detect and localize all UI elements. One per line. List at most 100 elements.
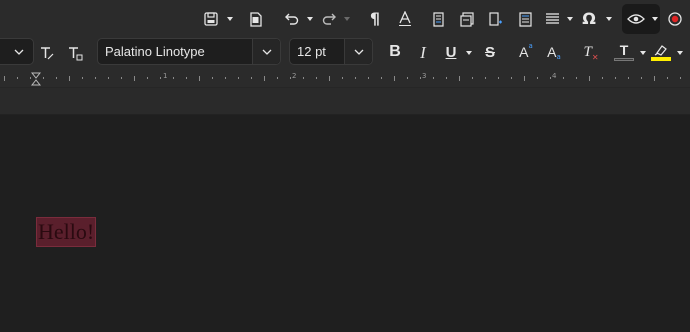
bold-button[interactable]: B bbox=[386, 42, 404, 62]
page-break-icon[interactable] bbox=[430, 10, 448, 28]
ruler-tick bbox=[251, 77, 252, 79]
ruler-tick bbox=[446, 77, 447, 79]
text-box-icon[interactable] bbox=[458, 10, 476, 28]
ruler-tick bbox=[641, 77, 642, 79]
ruler-tick bbox=[4, 76, 5, 81]
export-pdf-icon[interactable] bbox=[247, 10, 265, 28]
ruler-tick bbox=[654, 76, 655, 81]
ruler-number-4: 4 bbox=[552, 72, 557, 80]
character-icon[interactable] bbox=[396, 9, 414, 29]
table-icon[interactable] bbox=[543, 10, 561, 28]
ruler-tick bbox=[524, 76, 525, 81]
ruler-tick bbox=[160, 77, 161, 79]
ruler-tick bbox=[615, 77, 616, 79]
new-style-icon[interactable] bbox=[66, 43, 84, 63]
font-name-dropdown[interactable] bbox=[252, 39, 280, 64]
ruler-tick bbox=[576, 77, 577, 79]
table-dropdown-caret[interactable] bbox=[567, 17, 573, 21]
undo-dropdown-caret[interactable] bbox=[307, 17, 313, 21]
font-color-button[interactable]: T bbox=[612, 41, 636, 63]
undo-icon[interactable] bbox=[282, 10, 300, 28]
font-color-glyph: T bbox=[619, 42, 629, 58]
ruler-tick bbox=[303, 77, 304, 79]
ruler-tick bbox=[472, 77, 473, 79]
ruler-tick bbox=[56, 77, 57, 79]
ruler-tick bbox=[95, 77, 96, 79]
ruler-tick bbox=[628, 77, 629, 79]
ruler-tick bbox=[537, 77, 538, 79]
ruler-tick bbox=[511, 77, 512, 79]
ruler-tick bbox=[264, 76, 265, 81]
ruler-tick bbox=[498, 77, 499, 79]
ruler-tick bbox=[407, 77, 408, 79]
track-changes-button[interactable] bbox=[622, 4, 660, 34]
ruler-tick bbox=[394, 76, 395, 81]
special-character-icon[interactable]: Ω bbox=[580, 9, 598, 29]
ruler-tick bbox=[43, 77, 44, 79]
redo-icon[interactable] bbox=[320, 10, 338, 28]
font-name-value[interactable]: Palatino Linotype bbox=[98, 44, 252, 59]
comment-icon[interactable] bbox=[516, 10, 534, 28]
clear-formatting-button[interactable]: T ✕ bbox=[582, 42, 600, 62]
insert-field-icon[interactable] bbox=[487, 10, 505, 28]
ruler-tick bbox=[329, 76, 330, 81]
save-icon[interactable] bbox=[202, 10, 220, 28]
highlight-color-button[interactable] bbox=[650, 41, 672, 63]
special-character-dropdown-caret[interactable] bbox=[606, 17, 612, 21]
font-color-dropdown-caret[interactable] bbox=[640, 51, 646, 55]
ruler-tick bbox=[186, 77, 187, 79]
ruler-tick bbox=[667, 77, 668, 79]
paragraph-style-dropdown[interactable] bbox=[5, 39, 33, 64]
ruler-tick bbox=[238, 77, 239, 79]
ruler-tick bbox=[277, 77, 278, 79]
font-name-combo[interactable]: Palatino Linotype bbox=[97, 38, 281, 65]
italic-button[interactable]: I bbox=[414, 42, 432, 62]
paragraph-style-combo-edge[interactable] bbox=[0, 38, 34, 65]
document-canvas[interactable] bbox=[0, 116, 690, 332]
font-size-value[interactable]: 12 pt bbox=[290, 44, 344, 59]
strikethrough-button[interactable]: S bbox=[481, 42, 499, 62]
ruler-number-3: 3 bbox=[422, 72, 427, 80]
ruler-tick bbox=[316, 77, 317, 79]
ruler-tick bbox=[82, 77, 83, 79]
redo-dropdown-caret[interactable] bbox=[344, 17, 350, 21]
ruler-number-1: 1 bbox=[163, 72, 168, 80]
save-dropdown-caret[interactable] bbox=[227, 17, 233, 21]
ruler-tick bbox=[563, 77, 564, 79]
ruler-tick bbox=[589, 76, 590, 81]
superscript-glyph: A bbox=[519, 44, 529, 60]
ruler-tick bbox=[485, 77, 486, 79]
ruler-tick bbox=[69, 76, 70, 81]
standard-toolbar: ¶ Ω bbox=[0, 0, 690, 37]
font-size-dropdown[interactable] bbox=[344, 39, 372, 64]
formatting-marks-icon[interactable]: ¶ bbox=[366, 9, 384, 29]
selected-text[interactable]: Hello! bbox=[36, 217, 96, 247]
font-size-combo[interactable]: 12 pt bbox=[289, 38, 373, 65]
subscript-glyph: A bbox=[547, 44, 557, 60]
subscript-button[interactable]: A a bbox=[545, 42, 563, 62]
font-color-swatch bbox=[614, 58, 634, 61]
ruler-number-2: 2 bbox=[292, 72, 297, 80]
ruler-tick bbox=[355, 77, 356, 79]
ruler-tick bbox=[225, 77, 226, 79]
ruler-tick bbox=[433, 77, 434, 79]
superscript-button[interactable]: A a bbox=[517, 42, 535, 62]
highlight-dropdown-caret[interactable] bbox=[677, 51, 683, 55]
horizontal-ruler[interactable] bbox=[0, 68, 690, 88]
ruler-tick bbox=[121, 77, 122, 79]
underline-button[interactable]: U bbox=[442, 42, 460, 62]
ruler-tick bbox=[134, 76, 135, 81]
indent-marker-icon[interactable] bbox=[30, 71, 42, 86]
clear-formatting-glyph: T bbox=[583, 43, 592, 60]
ruler-tick bbox=[550, 77, 551, 79]
track-changes-dropdown-caret[interactable] bbox=[652, 17, 658, 21]
ruler-tick bbox=[147, 77, 148, 79]
ruler-tick bbox=[420, 77, 421, 79]
record-icon[interactable] bbox=[666, 10, 684, 28]
ruler-tick bbox=[290, 77, 291, 79]
ruler-tick bbox=[199, 76, 200, 81]
subscript-mark: a bbox=[556, 53, 561, 61]
underline-dropdown-caret[interactable] bbox=[466, 51, 472, 55]
clear-formatting-x-icon: ✕ bbox=[591, 53, 599, 62]
update-style-icon[interactable] bbox=[38, 43, 56, 63]
